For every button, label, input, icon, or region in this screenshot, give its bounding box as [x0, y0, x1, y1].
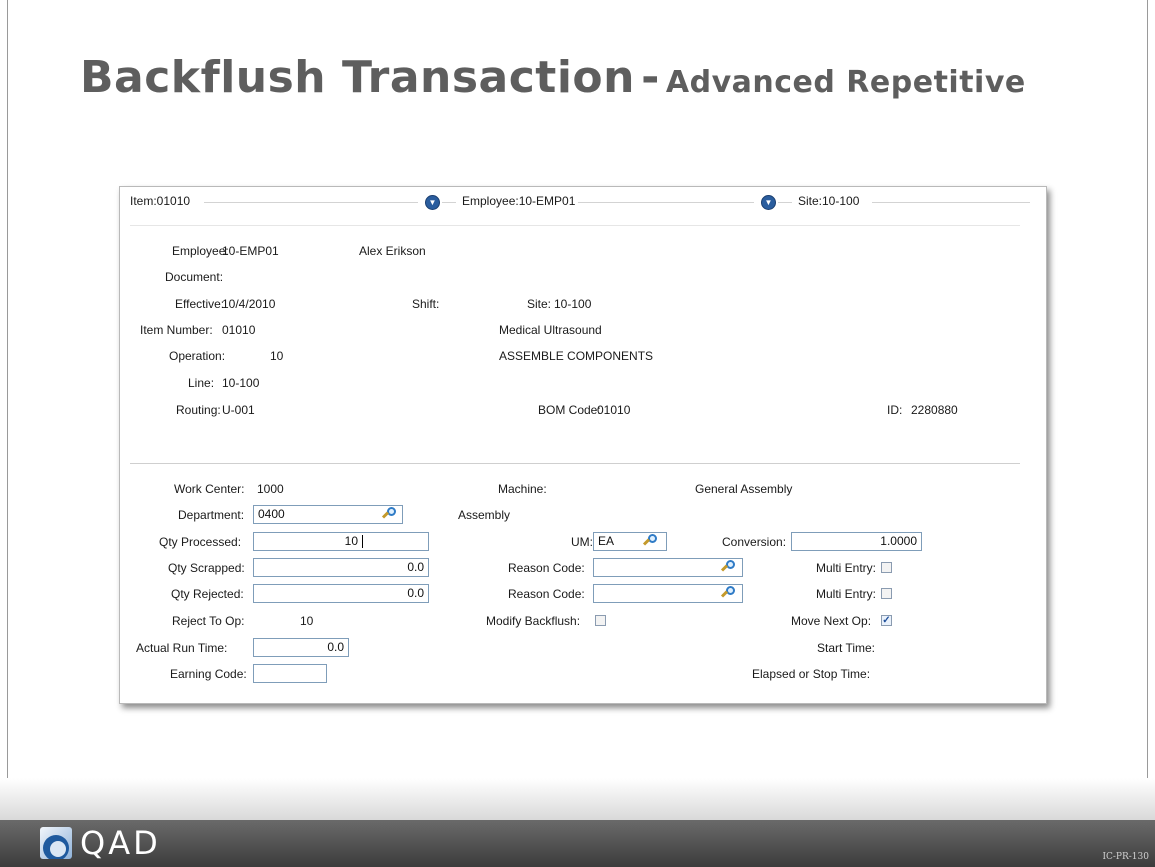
text-caret [362, 535, 363, 548]
conversion-label: Conversion: [722, 535, 787, 549]
employee-name: Alex Erikson [359, 244, 426, 258]
magnifier-icon[interactable] [381, 507, 398, 523]
employee-label: Employee: [172, 244, 229, 258]
id-label: ID: [887, 403, 903, 417]
earning-code-label: Earning Code: [170, 667, 247, 681]
section-divider [130, 463, 1020, 464]
department-label: Department: [178, 508, 245, 522]
footer-bar [0, 820, 1155, 867]
header-divider [872, 202, 1030, 203]
slide-code: IC-PR-130 [1102, 852, 1149, 862]
department-description: Assembly [458, 508, 511, 522]
operation-value: 10 [270, 349, 284, 363]
reject-to-op-label: Reject To Op: [172, 614, 245, 628]
chevron-down-icon[interactable]: ▼ [761, 195, 776, 210]
qty-scrapped-label: Qty Scrapped: [168, 561, 245, 575]
um-label: UM: [571, 535, 593, 549]
header-divider [442, 202, 456, 203]
chevron-down-icon[interactable]: ▼ [425, 195, 440, 210]
conversion-field[interactable]: 1.0000 [791, 532, 922, 551]
bom-code-label: BOM Code: [538, 403, 601, 417]
start-time-label: Start Time: [817, 641, 876, 655]
actual-run-time-field[interactable]: 0.0 [253, 638, 349, 657]
qty-scrapped-field[interactable]: 0.0 [253, 558, 429, 577]
move-next-op-checkbox[interactable]: ✓ [881, 615, 892, 626]
magnifier-icon[interactable] [720, 586, 737, 602]
magnifier-icon[interactable] [720, 560, 737, 576]
qty-processed-field[interactable]: 10 [253, 532, 429, 551]
header-item-label: Item:01010 [130, 194, 191, 208]
reason-code-label: Reason Code: [508, 587, 585, 601]
multi-entry-checkbox[interactable] [881, 562, 892, 573]
document-label: Document: [165, 270, 224, 284]
slide-title-sub: Advanced Repetitive [665, 65, 1026, 100]
bom-code-value: 01010 [597, 403, 631, 417]
slide-title-separator: - [641, 52, 660, 103]
qty-rejected-label: Qty Rejected: [171, 587, 244, 601]
slide-border-right [1147, 0, 1148, 820]
item-description: Medical Ultrasound [499, 323, 602, 337]
operation-label: Operation: [169, 349, 226, 363]
line-label: Line: [188, 376, 215, 390]
qad-logo-icon [40, 827, 72, 859]
slide: Backflush Transaction - Advanced Repetit… [0, 0, 1155, 867]
qty-rejected-field[interactable]: 0.0 [253, 584, 429, 603]
earning-code-field[interactable] [253, 664, 327, 683]
department-field[interactable]: 0400 [253, 505, 403, 524]
line-value: 10-100 [222, 376, 260, 390]
site-value: 10-100 [554, 297, 592, 311]
backflush-form-panel: Item:01010 ▼ Employee:10-EMP01 ▼ Site:10… [119, 186, 1047, 704]
effective-label: Effective: [175, 297, 225, 311]
multi-entry-checkbox[interactable] [881, 588, 892, 599]
reject-to-op-value: 10 [300, 614, 314, 628]
elapsed-or-stop-time-label: Elapsed or Stop Time: [752, 667, 871, 681]
header-employee-label: Employee:10-EMP01 [462, 194, 576, 208]
employee-value: 10-EMP01 [222, 244, 279, 258]
routing-value: U-001 [222, 403, 255, 417]
machine-label: Machine: [498, 482, 547, 496]
checkmark-icon: ✓ [882, 615, 891, 626]
effective-value: 10/4/2010 [222, 297, 276, 311]
footer-fade [0, 778, 1155, 820]
magnifier-icon[interactable] [642, 534, 659, 550]
site-label: Site: [527, 297, 552, 311]
multi-entry-label: Multi Entry: [816, 561, 877, 575]
operation-description: ASSEMBLE COMPONENTS [499, 349, 654, 363]
qad-logo: QAD [40, 824, 161, 862]
slide-title-main: Backflush Transaction [80, 52, 635, 103]
modify-backflush-checkbox[interactable] [595, 615, 606, 626]
qad-logo-text: QAD [80, 824, 161, 862]
id-value: 2280880 [911, 403, 958, 417]
multi-entry-label: Multi Entry: [816, 587, 877, 601]
modify-backflush-label: Modify Backflush: [486, 614, 581, 628]
qty-processed-label: Qty Processed: [159, 535, 242, 549]
item-number-value: 01010 [222, 323, 256, 337]
shift-label: Shift: [412, 297, 440, 311]
header-divider [578, 202, 754, 203]
move-next-op-label: Move Next Op: [791, 614, 872, 628]
actual-run-time-label: Actual Run Time: [136, 641, 228, 655]
header-divider [778, 202, 792, 203]
slide-border-left [7, 0, 8, 820]
item-number-label: Item Number: [140, 323, 213, 337]
slide-title: Backflush Transaction - Advanced Repetit… [80, 52, 1026, 103]
reason-code-label: Reason Code: [508, 561, 585, 575]
header-site-label: Site:10-100 [798, 194, 860, 208]
section-divider [130, 225, 1020, 226]
work-center-value: 1000 [257, 482, 284, 496]
header-divider [204, 202, 418, 203]
routing-label: Routing: [176, 403, 221, 417]
machine-description: General Assembly [695, 482, 793, 496]
work-center-label: Work Center: [174, 482, 245, 496]
